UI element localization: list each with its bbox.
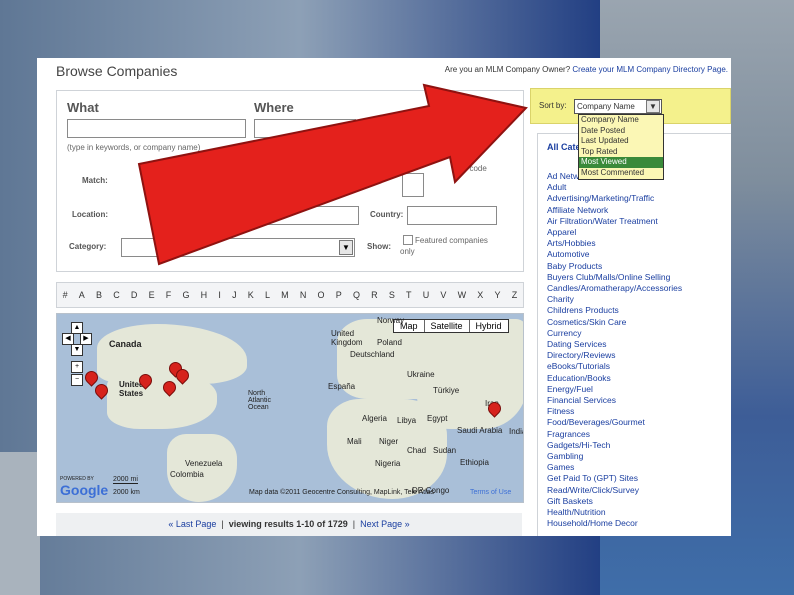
website-screenshot: Browse Companies Are you an MLM Company … [37, 58, 731, 536]
red-arrow [137, 83, 528, 266]
slide-background-strip [0, 452, 40, 595]
arrow-shape [137, 83, 528, 266]
